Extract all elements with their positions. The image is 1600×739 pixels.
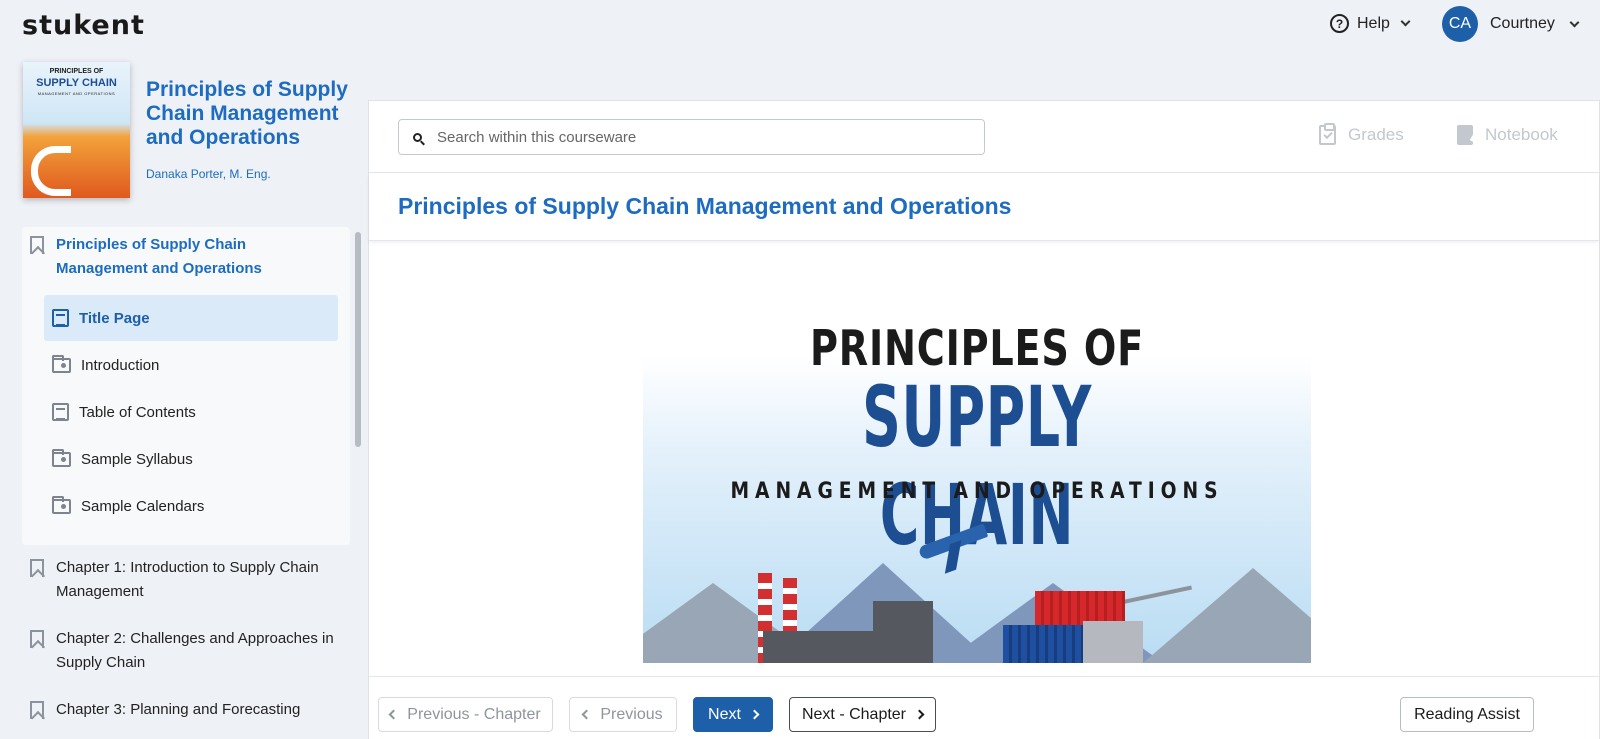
sidebar-item-introduction[interactable]: Introduction [44,342,338,388]
cover-road-graphic [31,146,71,196]
search-input[interactable] [437,128,957,146]
help-label: Help [1357,14,1390,32]
bookmark-icon [30,559,44,577]
sidebar-item-sample-calendars[interactable]: Sample Calendars [44,483,338,529]
sidebar-item-sample-syllabus[interactable]: Sample Syllabus [44,436,338,482]
building-graphic [873,601,933,663]
mountain-shape [1143,568,1311,663]
cover-thumb-line1: PRINCIPLES OF [49,68,104,75]
content-toolbar: Grades Notebook [369,101,1599,173]
notebook-label: Notebook [1485,125,1558,144]
sidebar-chapter-1[interactable]: Chapter 1: Introduction to Supply Chain … [30,556,340,604]
clipboard-check-icon [1319,123,1336,145]
chevron-down-icon [1400,16,1411,27]
book-cover-thumbnail: PRINCIPLES OF SUPPLY CHAIN MANAGEMENT AN… [23,62,130,198]
grades-button[interactable]: Grades [1319,123,1404,145]
sidebar-chapter-label: Chapter 1: Introduction to Supply Chain … [56,559,319,600]
sidebar-item-label: Introduction [81,356,160,374]
user-name: Courtney [1490,15,1555,32]
sidebar-section-label: Principles of Supply Chain Management an… [56,236,262,277]
previous-chapter-button[interactable]: Previous - Chapter [378,697,553,732]
previous-button[interactable]: Previous [569,697,677,732]
sidebar-item-table-of-contents[interactable]: Table of Contents [44,389,338,435]
reading-assist-button[interactable]: Reading Assist [1400,697,1534,732]
chevron-right-icon [914,709,925,720]
book-cover-image: PRINCIPLES OF SUPPLY CHAIN MANAGEMENT AN… [643,307,1311,663]
cover-thumb-line2: SUPPLY CHAIN [36,77,117,89]
sidebar-item-label: Sample Syllabus [81,450,193,468]
avatar: CA [1442,6,1478,42]
page-icon [52,403,69,421]
cover-line3: MANAGEMENT AND OPERATIONS [730,479,1224,504]
previous-label: Previous [600,705,663,723]
sidebar-scrollbar[interactable] [355,232,361,447]
folder-icon [52,495,71,514]
folder-icon [52,448,71,467]
grades-label: Grades [1348,125,1404,144]
help-icon: ? [1330,14,1349,33]
bookmark-icon [30,630,44,648]
sidebar-section-parent[interactable]: Principles of Supply Chain Management an… [30,233,340,281]
factory-graphic [763,631,883,663]
sidebar-item-label: Sample Calendars [81,497,205,515]
chevron-left-icon [581,709,592,720]
folder-icon [52,354,71,373]
chevron-left-icon [388,709,399,720]
next-chapter-button[interactable]: Next - Chapter [789,697,936,732]
content-title-bar: Principles of Supply Chain Management an… [369,173,1599,241]
next-label: Next [708,705,741,723]
sidebar-chapter-label: Chapter 2: Challenges and Approaches in … [56,630,334,671]
bookmark-icon [30,236,44,254]
sidebar-chapter-3[interactable]: Chapter 3: Planning and Forecasting [30,698,340,722]
sidebar-item-label: Title Page [79,309,150,327]
stukent-logo[interactable]: stukent [22,10,145,41]
search-icon [413,132,422,142]
bottom-navigation-bar: Previous - Chapter Previous Next Next - … [369,676,1599,739]
main-content-panel: Grades Notebook Principles of Supply Cha… [368,100,1600,739]
notebook-button[interactable]: Notebook [1457,125,1558,145]
previous-chapter-label: Previous - Chapter [407,705,541,723]
container-graphic [1003,625,1083,663]
next-chapter-label: Next - Chapter [801,705,907,723]
book-author: Danaka Porter, M. Eng. [146,167,271,181]
search-box[interactable] [398,119,985,155]
help-menu[interactable]: ? Help [1330,14,1411,33]
bookmark-icon [30,701,44,719]
sidebar-item-label: Table of Contents [79,403,196,421]
user-menu[interactable]: CA Courtney [1442,6,1580,42]
chevron-down-icon [1569,17,1580,27]
sidebar-chapter-label: Chapter 3: Planning and Forecasting [56,701,301,718]
next-button[interactable]: Next [693,697,773,732]
book-title[interactable]: Principles of Supply Chain Management an… [146,78,351,150]
sidebar-item-title-page[interactable]: Title Page [44,295,338,341]
chevron-right-icon [749,709,760,720]
reading-assist-label: Reading Assist [1414,705,1520,723]
building-graphic [1083,621,1143,663]
sidebar-chapter-2[interactable]: Chapter 2: Challenges and Approaches in … [30,627,340,675]
cover-thumb-line3: MANAGEMENT AND OPERATIONS [37,91,116,96]
page-icon [52,309,69,327]
container-graphic [1035,591,1125,625]
page-title: Principles of Supply Chain Management an… [398,193,1012,219]
notebook-icon [1457,125,1473,145]
